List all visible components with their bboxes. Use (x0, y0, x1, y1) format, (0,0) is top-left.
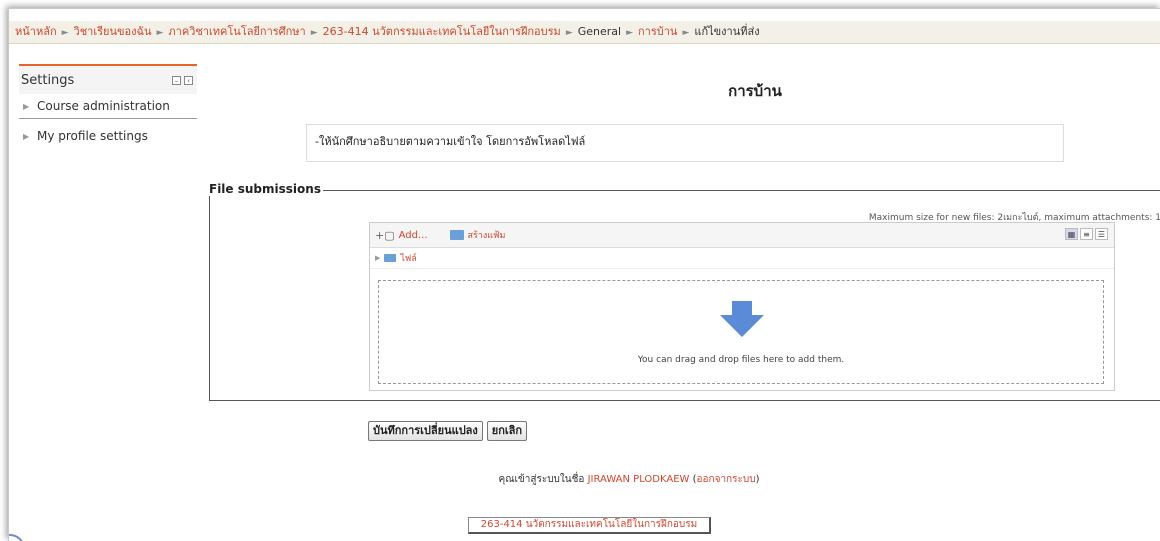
list-view-icon[interactable]: ≡ (1080, 228, 1093, 240)
cancel-button[interactable]: ยกเลิก (486, 421, 528, 441)
folder-icon (449, 230, 464, 240)
course-home-link[interactable]: 263-414 นวัตกรรมและเทคโนโลยีในการฝึกอบรม (468, 517, 711, 534)
breadcrumb: หน้าหลัก ► วิชาเรียนของฉัน ► ภาควิชาเทคโนโลย… (9, 21, 1160, 44)
tree-view-icon[interactable]: ☰ (1095, 228, 1108, 240)
create-folder-label: สร้างแฟ้ม (467, 231, 506, 241)
add-file-icon: +▢ (375, 228, 395, 242)
breadcrumb-home[interactable]: หน้าหลัก (15, 25, 57, 38)
down-arrow-icon (720, 301, 764, 337)
breadcrumb-homework[interactable]: การบ้าน (638, 25, 677, 38)
folder-icon (384, 254, 397, 262)
breadcrumb-my-courses[interactable]: วิชาเรียนของฉัน (74, 25, 152, 38)
save-changes-button[interactable]: บันทึกการเปลี่ยนแปลง (368, 421, 483, 441)
view-mode-switcher: ▦ ≡ ☰ (1065, 228, 1108, 240)
drop-zone-text: You can drag and drop files here to add … (637, 355, 845, 365)
breadcrumb-separator: ► (565, 28, 573, 38)
expand-triangle-icon: ▶ (375, 254, 381, 262)
breadcrumb-separator: ► (682, 28, 690, 38)
file-manager: +▢ Add... สร้างแฟ้ม ▦ ≡ ☰ ▶ ไฟล์ You can… (369, 222, 1115, 391)
user-profile-link[interactable]: JIRAWAN PLODKAEW (588, 474, 690, 485)
login-info: คุณเข้าสู่ระบบในชื่อ JIRAWAN PLODKAEW (อ… (498, 474, 760, 485)
icon-view-icon[interactable]: ▦ (1065, 228, 1078, 240)
file-manager-path[interactable]: ▶ ไฟล์ (370, 248, 1114, 269)
breadcrumb-separator: ► (310, 28, 318, 38)
drop-zone[interactable]: You can drag and drop files here to add … (378, 280, 1104, 384)
breadcrumb-current: แก้ไขงานที่ส่ง (694, 25, 760, 38)
breadcrumb-separator: ► (61, 28, 69, 38)
breadcrumb-general: General (577, 25, 622, 38)
page-title: การบ้าน (728, 82, 782, 100)
settings-item-label: My profile settings (37, 129, 148, 143)
add-file-label: Add... (398, 229, 428, 241)
page-frame: หน้าหลัก ► วิชาเรียนของฉัน ► ภาควิชาเทคโนโลย… (8, 8, 1160, 541)
breadcrumb-department[interactable]: ภาควิชาเทคโนโลยีการศึกษา (168, 25, 305, 38)
assignment-intro: -ให้นักศึกษาอธิบายตามความเข้าใจ โดยการอั… (306, 124, 1064, 162)
breadcrumb-separator: ► (626, 28, 634, 38)
breadcrumb-course[interactable]: 263-414 นวัตกรรมและเทคโนโลยีในการฝึกอบรม (323, 25, 561, 38)
form-buttons: บันทึกการเปลี่ยนแปลง ยกเลิก (368, 421, 528, 441)
expand-triangle-icon: ▶ (23, 131, 30, 141)
path-label: ไฟล์ (400, 254, 417, 264)
file-manager-toolbar: +▢ Add... สร้างแฟ้ม ▦ ≡ ☰ (370, 223, 1114, 248)
add-file-button[interactable]: +▢ Add... (375, 229, 428, 242)
breadcrumb-separator: ► (156, 28, 164, 38)
intro-text: -ให้นักศึกษาอธิบายตามความเข้าใจ โดยการอั… (315, 135, 586, 148)
create-folder-button[interactable]: สร้างแฟ้ม (449, 228, 506, 242)
file-submissions-fieldset: File submissions Maximum size for new fi… (209, 182, 1160, 401)
settings-item-my-profile[interactable]: ▶ My profile settings (19, 125, 197, 147)
logout-link[interactable]: ออกจากระบบ (697, 474, 756, 485)
file-submissions-legend: File submissions (209, 182, 323, 196)
login-prefix: คุณเข้าสู่ระบบในชื่อ (498, 474, 585, 485)
settings-block: Settings – ‹ ▶ Course administration ▶ M… (19, 64, 197, 147)
